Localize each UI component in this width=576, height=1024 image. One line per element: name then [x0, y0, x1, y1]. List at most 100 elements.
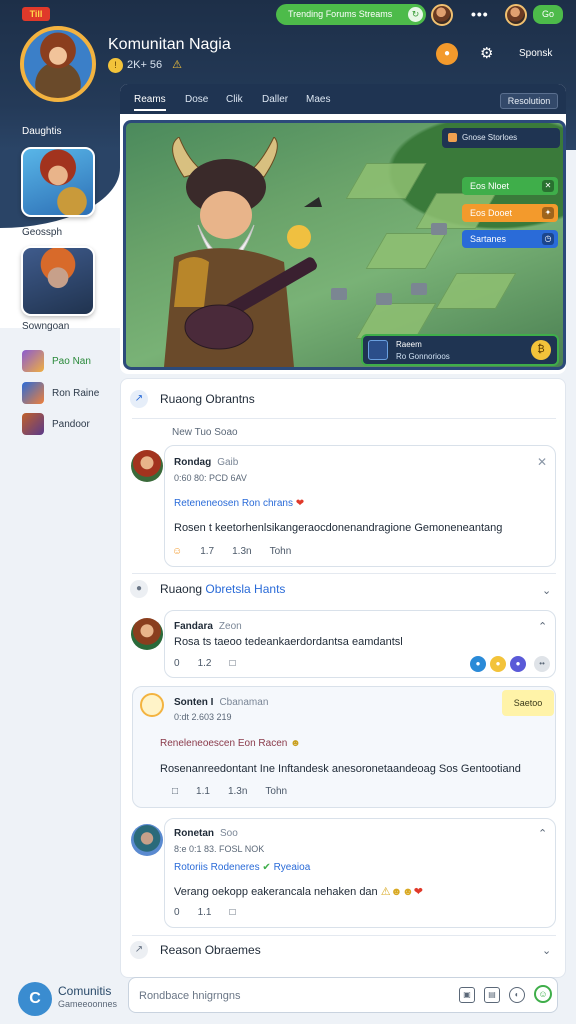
resolution-button[interactable]: Resolution: [500, 93, 558, 109]
top-avatar-2[interactable]: [505, 4, 527, 26]
tab-clik[interactable]: Clik: [226, 94, 243, 105]
map-tile: [345, 163, 427, 199]
community-avatar[interactable]: [20, 26, 96, 102]
more-icon[interactable]: •••: [471, 6, 489, 22]
reaction-icon[interactable]: ●: [470, 656, 486, 672]
post-meta: 8:e 0:1 83. FOSL NOK: [174, 844, 265, 854]
reaction-icon[interactable]: ●: [510, 656, 526, 672]
more-icon[interactable]: ••: [534, 656, 550, 672]
feed-section-header[interactable]: ↗ Ruaong Obrantns: [130, 390, 255, 408]
gif-icon[interactable]: ▤: [484, 987, 500, 1003]
post-author[interactable]: Ronetan Soo: [174, 828, 238, 839]
warning-icon: ⚠: [172, 59, 183, 71]
post-avatar[interactable]: [131, 450, 163, 482]
map-tile: [435, 273, 517, 309]
post-actions: 0 1.1 □: [174, 907, 236, 918]
trending-pill[interactable]: Trending Forums Streams ↻: [276, 4, 426, 25]
tab-reams[interactable]: Reams: [134, 94, 166, 111]
post-tag[interactable]: Saetoo: [502, 690, 554, 716]
dwarf-bard-illustration: [164, 137, 322, 367]
hero-side-button-1-label: Eos Nloet: [470, 181, 510, 191]
top-avatar-1[interactable]: [431, 4, 453, 26]
image-icon[interactable]: ▣: [459, 987, 475, 1003]
comment-count[interactable]: 1.3n: [232, 546, 251, 557]
feed-subsection-title-blue: Obretsla Hants: [205, 582, 286, 596]
post-link[interactable]: Reteneneosen Ron chrans ❤: [174, 498, 304, 509]
like-count[interactable]: 1.7: [200, 546, 214, 557]
post-avatar[interactable]: [131, 618, 163, 650]
like-count[interactable]: 1.1: [196, 786, 210, 797]
post-author[interactable]: Rondag Gaib: [174, 457, 238, 468]
close-icon: ✕: [542, 180, 554, 192]
feed-subsection-header[interactable]: ● Ruaong Obretsla Hants: [130, 580, 285, 598]
mini-item[interactable]: Pandoor: [22, 412, 90, 436]
chevron-up-icon[interactable]: ⌃: [538, 620, 547, 633]
feed-section-title: Reason Obraemes: [160, 943, 261, 957]
chevron-down-icon[interactable]: ⌄: [542, 584, 551, 597]
comment-count[interactable]: 1.3n: [228, 786, 247, 797]
post-actions: □ 1.1 1.3n Tohn: [172, 786, 287, 797]
sun-avatar-icon[interactable]: [140, 693, 164, 717]
notify-icon[interactable]: ●: [436, 43, 458, 65]
feed-section-title: Ruaong Obrantns: [160, 392, 255, 406]
feed-section-header[interactable]: ↗ Reason Obraemes: [130, 941, 261, 959]
now-playing-box[interactable]: Raeem Ro Gonnorioos ₿: [361, 334, 559, 366]
hero-thumb-2-label: Sowngoan: [22, 321, 70, 332]
mini-item[interactable]: Pao Nan: [22, 349, 91, 373]
comment-count[interactable]: 1.1: [198, 907, 212, 918]
hero-chip[interactable]: Gnose Storloes: [442, 128, 560, 148]
tab-daller[interactable]: Daller: [262, 94, 288, 105]
hero-side-button-2[interactable]: Eos Dooet ✦: [462, 204, 558, 222]
share-button[interactable]: □: [229, 907, 235, 918]
tab-maes[interactable]: Maes: [306, 94, 330, 105]
post-link[interactable]: Reneleneoescen Eon Racen ☻: [160, 738, 301, 749]
tab-dose[interactable]: Dose: [185, 94, 208, 105]
comment-count[interactable]: 1.2: [198, 658, 212, 669]
post-author[interactable]: Sonten I Cbanaman: [174, 697, 268, 708]
now-playing-sub: Ro Gonnorioos: [396, 352, 450, 361]
post-avatar[interactable]: [131, 824, 163, 856]
feed-sort-options[interactable]: New Tuo Soao: [172, 427, 238, 438]
hero-thumb-1[interactable]: [21, 147, 95, 217]
message-input[interactable]: [139, 986, 439, 1006]
app-logo-badge[interactable]: Till: [22, 7, 50, 21]
hero-side-button-3[interactable]: Sartanes ◷: [462, 230, 558, 248]
share-button[interactable]: Tohn: [270, 546, 292, 557]
heart-icon: ❤: [295, 498, 305, 509]
coin-icon: !: [108, 58, 123, 73]
like-count[interactable]: 0: [174, 907, 180, 918]
sticker-icon[interactable]: ◐: [509, 987, 525, 1003]
comment-icon[interactable]: □: [172, 786, 178, 797]
settings-link[interactable]: Sponsk: [519, 48, 552, 59]
heart-icon: ❤: [413, 886, 423, 898]
post-author[interactable]: Fandara Zeon: [174, 621, 242, 632]
post-body-text: Verang oekopp eakerancala nehaken dan: [174, 886, 378, 898]
post-actions: ☺ 1.7 1.3n Tohn: [172, 546, 291, 557]
reaction-icon[interactable]: ●: [490, 656, 506, 672]
share-button[interactable]: □: [229, 658, 235, 669]
hero-thumb-2[interactable]: [21, 246, 95, 316]
smile-send-icon[interactable]: ☺: [534, 985, 552, 1003]
map-stone: [431, 223, 447, 235]
share-button[interactable]: Tohn: [265, 786, 287, 797]
post-meta: 0:dt 2.603 219: [174, 712, 232, 722]
top-go-button[interactable]: Go: [533, 5, 563, 24]
like-count[interactable]: 0: [174, 658, 180, 669]
hero-side-button-1[interactable]: Eos Nloet ✕: [462, 177, 558, 195]
chevron-up-icon[interactable]: ⌃: [538, 827, 547, 840]
coin-icon[interactable]: ₿: [531, 340, 551, 360]
close-icon[interactable]: ✕: [537, 455, 547, 469]
gear-icon[interactable]: ⚙: [480, 44, 493, 62]
map-stone: [411, 283, 427, 295]
post-author-handle: Gaib: [217, 457, 239, 468]
community-logo-icon[interactable]: C: [18, 982, 52, 1016]
left-section-label: Daughtis: [22, 126, 62, 137]
emoji-icon[interactable]: ☺: [172, 546, 182, 557]
post-author-name: Ronetan: [174, 828, 214, 839]
mini-item[interactable]: Ron Raine: [22, 381, 99, 405]
post-link[interactable]: Rotoriis Rodeneres ✔ Ryeaioa: [174, 862, 310, 873]
mini-item-icon: [22, 382, 44, 404]
post-author-handle: Cbanaman: [219, 697, 269, 708]
message-composer[interactable]: ▣ ▤ ◐: [128, 977, 558, 1013]
chevron-down-icon[interactable]: ⌄: [542, 944, 551, 957]
